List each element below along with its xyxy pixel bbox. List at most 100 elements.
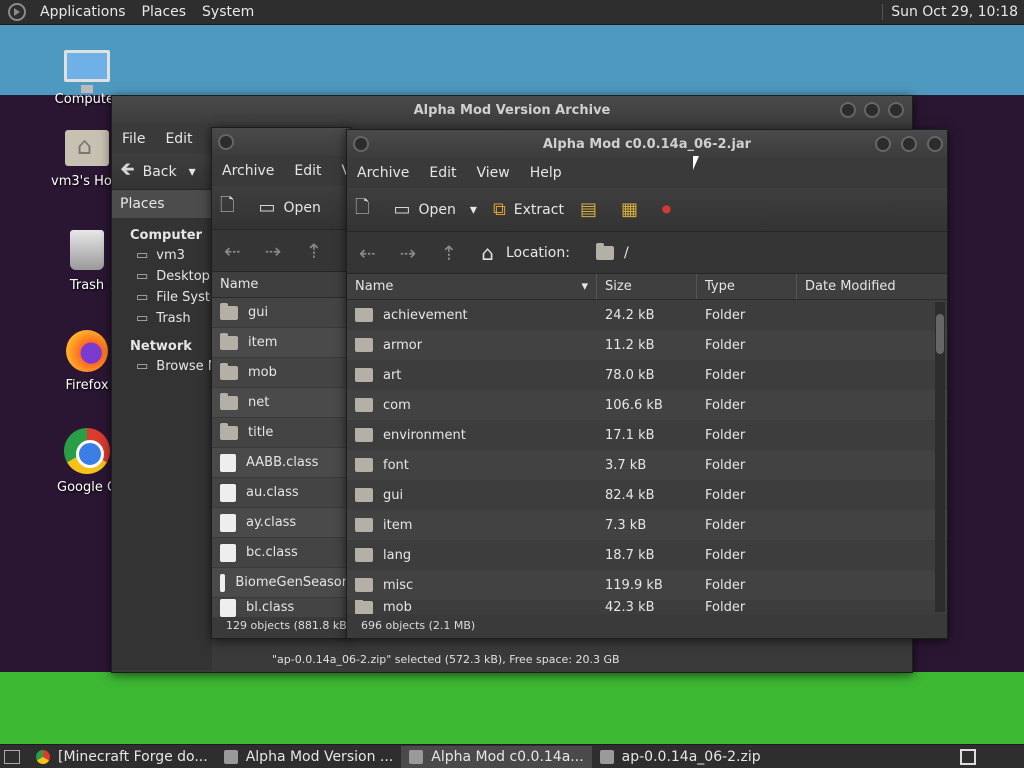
location-path[interactable]: /: [624, 245, 629, 261]
chrome-icon: [36, 749, 50, 764]
folder-icon: [355, 427, 373, 442]
up-arrow-icon[interactable]: ⇡: [294, 239, 335, 263]
list-item[interactable]: item: [212, 328, 350, 358]
menu-system[interactable]: System: [194, 4, 262, 20]
list-item[interactable]: AABB.class: [212, 448, 350, 478]
list-item[interactable]: mob: [212, 358, 350, 388]
up-arrow-icon[interactable]: ⇡: [429, 241, 470, 265]
workspace-switcher-icon[interactable]: [960, 748, 976, 765]
menu-file[interactable]: File: [112, 131, 155, 147]
folder-icon: [355, 457, 373, 472]
table-row[interactable]: gui 82.4 kB Folder: [347, 480, 947, 510]
new-archive-button[interactable]: 🗋: [347, 195, 385, 225]
sidebar-item-trash[interactable]: Trash: [112, 308, 212, 329]
folder-icon: [355, 547, 373, 562]
dropdown-arrow-icon[interactable]: ▾: [470, 202, 477, 218]
menu-places[interactable]: Places: [134, 4, 195, 20]
sidebar-item-vm3[interactable]: vm3: [112, 245, 212, 266]
clock[interactable]: Sun Oct 29, 10:18: [882, 4, 1024, 20]
menu-edit[interactable]: Edit: [284, 163, 331, 179]
column-date-modified[interactable]: Date Modified: [797, 274, 935, 299]
distro-logo-icon[interactable]: [8, 3, 26, 21]
window-title: Alpha Mod Version Archive: [413, 102, 611, 118]
home-icon[interactable]: ⌂: [469, 241, 506, 265]
column-type[interactable]: Type: [697, 274, 797, 299]
folder-icon: [355, 307, 373, 322]
maximize-icon[interactable]: [864, 102, 880, 118]
table-row[interactable]: com 106.6 kB Folder: [347, 390, 947, 420]
menu-archive[interactable]: Archive: [347, 165, 419, 181]
window-titlebar[interactable]: Alpha Mod Version Archive: [112, 96, 912, 124]
task-chrome[interactable]: [Minecraft Forge do...: [28, 746, 216, 768]
window-menu-icon[interactable]: [218, 134, 234, 150]
menu-view[interactable]: View: [467, 165, 520, 181]
forward-arrow-icon[interactable]: ⇢: [253, 239, 294, 263]
menu-archive[interactable]: Archive: [212, 163, 284, 179]
list-item[interactable]: gui: [212, 298, 350, 328]
back-arrow-icon[interactable]: ⇠: [212, 239, 253, 263]
window-titlebar[interactable]: Alpha Mod c0.0.14a_06-2.jar: [347, 130, 947, 158]
column-header: Name ▾ Size Type Date Modified: [347, 274, 947, 300]
table-row[interactable]: misc 119.9 kB Folder: [347, 570, 947, 600]
stop-button[interactable]: ⏺: [654, 199, 687, 220]
list-item[interactable]: ay.class: [212, 508, 350, 538]
extract-button[interactable]: ⧉ Extract: [485, 199, 572, 220]
places-header[interactable]: Places: [112, 190, 212, 218]
list-item[interactable]: title: [212, 418, 350, 448]
table-row[interactable]: art 78.0 kB Folder: [347, 360, 947, 390]
show-desktop-icon[interactable]: [4, 749, 20, 764]
archive-manager-icon: [409, 749, 424, 764]
window-menu-icon[interactable]: [353, 136, 369, 152]
close-icon[interactable]: [888, 102, 904, 118]
column-name[interactable]: Name: [212, 272, 350, 297]
new-archive-icon: 🗋: [355, 196, 370, 218]
minimize-icon[interactable]: [875, 136, 891, 152]
sidebar-item-browse-network[interactable]: Browse Network: [112, 356, 212, 377]
menu-applications[interactable]: Applications: [32, 4, 134, 20]
sidebar-group-network: Network: [130, 339, 192, 354]
add-files-button[interactable]: ▤: [572, 199, 613, 220]
table-row[interactable]: armor 11.2 kB Folder: [347, 330, 947, 360]
folder-icon: [355, 577, 373, 592]
vertical-scrollbar[interactable]: [935, 302, 945, 612]
table-row[interactable]: item 7.3 kB Folder: [347, 510, 947, 540]
task-archive-zip[interactable]: ap-0.0.14a_06-2.zip: [592, 746, 769, 768]
close-icon[interactable]: [927, 136, 943, 152]
folder-icon: [355, 487, 373, 502]
open-button[interactable]: ▭ Open: [250, 197, 328, 218]
column-header: Name: [212, 272, 350, 298]
table-row[interactable]: lang 18.7 kB Folder: [347, 540, 947, 570]
menu-edit[interactable]: Edit: [419, 165, 466, 181]
forward-arrow-icon[interactable]: ⇢: [388, 241, 429, 265]
sidebar-item-filesystem[interactable]: File System: [112, 287, 212, 308]
column-size[interactable]: Size: [597, 274, 697, 299]
minimize-icon[interactable]: [840, 102, 856, 118]
task-archive-jar[interactable]: Alpha Mod c0.0.14a...: [401, 745, 592, 768]
folder-icon: [220, 332, 238, 350]
column-name[interactable]: Name ▾: [347, 274, 597, 299]
list-item[interactable]: bl.class: [212, 598, 350, 618]
open-button[interactable]: ▭ Open ▾: [385, 199, 484, 220]
table-row[interactable]: font 3.7 kB Folder: [347, 450, 947, 480]
task-folder-window[interactable]: Alpha Mod Version ...: [216, 746, 402, 768]
back-arrow-icon[interactable]: ⇠: [347, 241, 388, 265]
add-folder-button[interactable]: ▦: [613, 199, 654, 220]
new-archive-button[interactable]: 🗋: [212, 193, 250, 223]
list-item[interactable]: bc.class: [212, 538, 350, 568]
sidebar-item-desktop[interactable]: Desktop: [112, 266, 212, 287]
table-row[interactable]: mob 42.3 kB Folder: [347, 600, 947, 614]
window-titlebar[interactable]: [212, 128, 350, 156]
scrollbar-thumb[interactable]: [936, 314, 944, 354]
list-item[interactable]: au.class: [212, 478, 350, 508]
sort-descending-icon: ▾: [581, 279, 588, 294]
status-bar: 696 objects (2.1 MB): [361, 619, 476, 632]
list-item[interactable]: BiomeGenSeason: [212, 568, 350, 598]
list-item[interactable]: net: [212, 388, 350, 418]
menu-help[interactable]: Help: [520, 165, 572, 181]
table-row[interactable]: achievement 24.2 kB Folder: [347, 300, 947, 330]
toolbar: 🗋 ▭ Open ▾ ⧉ Extract ▤ ▦ ⏺: [347, 188, 947, 232]
table-row[interactable]: environment 17.1 kB Folder: [347, 420, 947, 450]
back-button[interactable]: 🡸 Back ▾: [112, 157, 204, 187]
maximize-icon[interactable]: [901, 136, 917, 152]
menu-edit[interactable]: Edit: [155, 131, 202, 147]
